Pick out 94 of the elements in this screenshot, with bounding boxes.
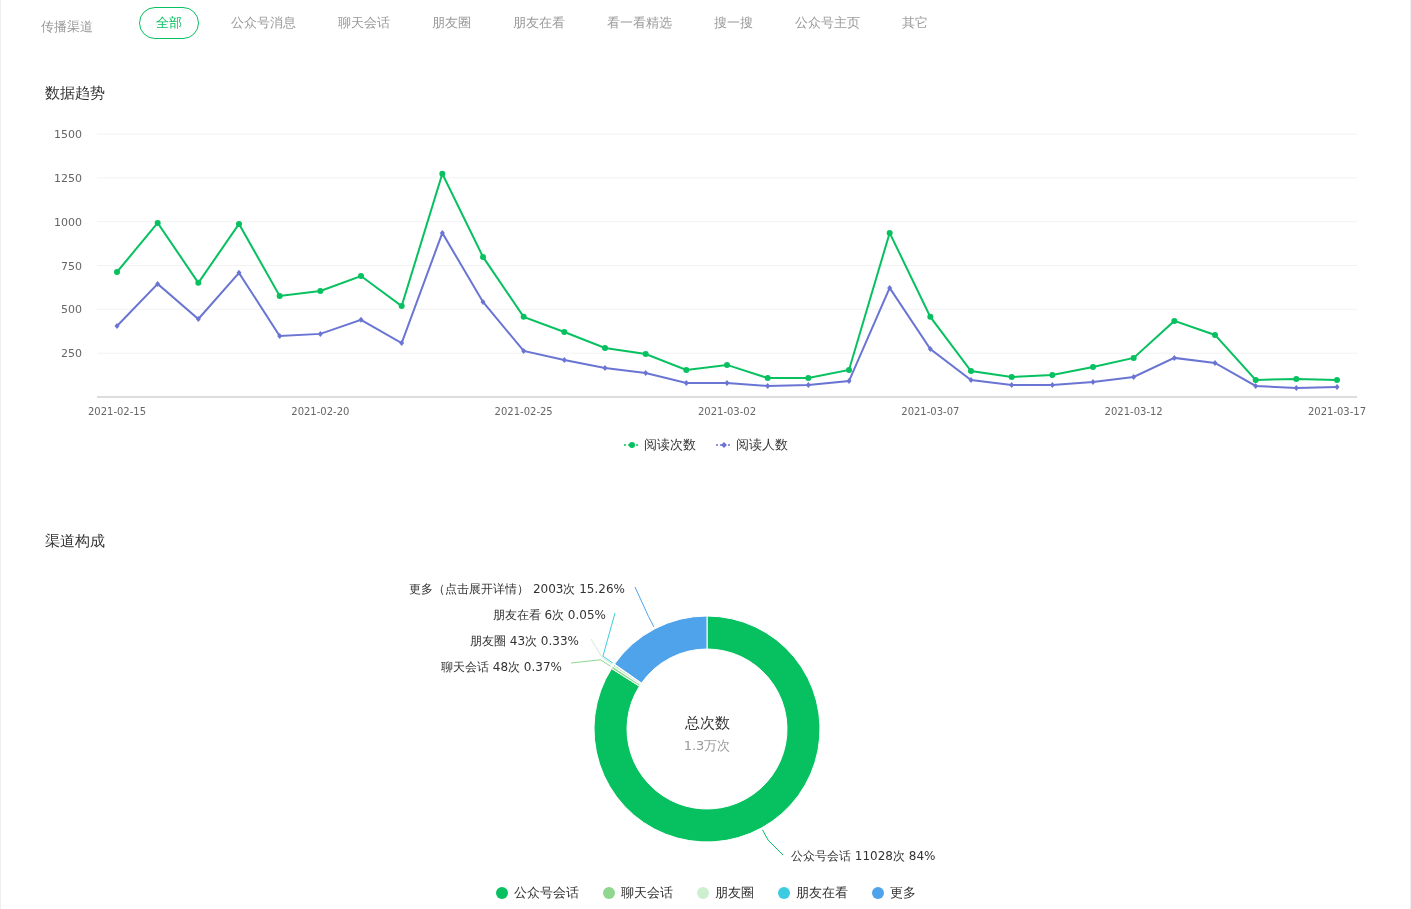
legend-label: 公众号会话 <box>513 884 579 903</box>
leader-line <box>761 829 784 856</box>
data-point <box>1212 360 1218 366</box>
data-point <box>398 303 405 309</box>
channel-tab[interactable]: 公众号主页 <box>787 7 868 39</box>
data-point <box>439 170 446 177</box>
y-axis-label: 250 <box>61 347 82 361</box>
slice-label: 朋友圈 43次 0.33% <box>469 634 579 648</box>
data-point <box>1293 385 1299 392</box>
legend-label: 聊天会话 <box>620 884 673 903</box>
data-point <box>276 293 283 299</box>
data-point <box>724 379 730 386</box>
data-point <box>1171 354 1177 361</box>
data-point <box>1008 374 1015 380</box>
slice-label: 朋友在看 6次 0.05% <box>492 608 606 622</box>
channel-tab[interactable]: 朋友圈 <box>424 7 479 39</box>
data-point <box>399 340 405 346</box>
data-point <box>968 377 974 383</box>
data-point <box>155 280 161 287</box>
slice-label: 公众号会话 11028次 84% <box>791 849 936 863</box>
channel-tab[interactable]: 公众号消息 <box>223 7 304 39</box>
y-axis-label: 1500 <box>54 128 82 141</box>
x-axis-label: 2021-02-20 <box>291 406 350 417</box>
data-point <box>561 328 568 335</box>
data-point <box>968 368 974 375</box>
data-point <box>643 370 649 376</box>
data-point <box>886 229 893 236</box>
y-axis-label: 750 <box>61 259 82 273</box>
section-title: 数据趋势 <box>45 84 105 102</box>
channel-tab[interactable]: 其它 <box>894 7 936 39</box>
data-point <box>724 361 730 368</box>
data-point <box>236 269 242 276</box>
section-title: 渠道构成 <box>45 532 105 550</box>
y-axis-label: 1000 <box>54 215 82 229</box>
x-axis-label: 2021-03-07 <box>901 406 960 417</box>
data-point <box>1212 331 1218 338</box>
data-point <box>683 367 690 373</box>
slice-label: 聊天会话 48次 0.37% <box>440 660 562 674</box>
data-point <box>1049 382 1055 389</box>
legend-label: 阅读次数 <box>643 436 696 455</box>
data-point <box>1090 378 1096 385</box>
data-point <box>1171 317 1178 324</box>
data-point <box>358 316 364 323</box>
channel-tab[interactable]: 聊天会话 <box>330 7 398 39</box>
data-point <box>887 284 893 291</box>
legend-label: 更多 <box>889 884 916 903</box>
x-axis-label: 2021-03-02 <box>697 406 757 417</box>
legend-label: 阅读人数 <box>735 436 788 455</box>
x-axis-label: 2021-03-12 <box>1104 406 1163 417</box>
y-axis-label: 500 <box>61 303 82 317</box>
filter-label: 传播渠道 <box>41 18 94 37</box>
data-point <box>1049 371 1056 378</box>
data-point <box>439 229 445 236</box>
data-point <box>358 273 364 279</box>
data-point <box>1293 375 1300 382</box>
data-point <box>236 220 242 227</box>
data-point <box>1090 364 1096 370</box>
donut-center-title: 总次数 <box>684 714 730 732</box>
data-point <box>846 367 852 373</box>
x-axis-label: 2021-02-15 <box>87 406 147 417</box>
data-point <box>927 345 933 352</box>
legend-label: 朋友在看 <box>795 884 848 903</box>
data-point <box>602 364 608 371</box>
data-point <box>317 287 324 294</box>
legend-diamond-line-icon <box>715 441 732 449</box>
legend-dot-line-icon <box>623 441 640 449</box>
data-point <box>521 347 527 354</box>
channel-tab[interactable]: 朋友在看 <box>505 7 573 39</box>
data-point <box>1131 374 1137 380</box>
data-point <box>317 330 323 337</box>
data-point <box>1130 354 1137 361</box>
data-point <box>277 333 283 339</box>
data-point <box>480 298 486 305</box>
data-point <box>480 253 486 260</box>
data-point <box>114 269 120 275</box>
data-point <box>195 316 201 322</box>
data-point <box>846 378 852 385</box>
x-axis-label: 2021-02-25 <box>494 406 553 417</box>
x-axis-label: 2021-03-17 <box>1307 406 1367 417</box>
data-point <box>1009 382 1015 389</box>
y-axis-label: 1250 <box>54 171 82 185</box>
slice-label: 更多（点击展开详情） 2003次 15.26% <box>409 582 625 596</box>
donut-center-value: 1.3万次 <box>683 738 731 753</box>
data-point <box>602 344 608 351</box>
data-point <box>561 357 567 363</box>
data-point <box>154 219 161 226</box>
data-point <box>683 379 689 386</box>
data-point <box>114 323 120 329</box>
data-point <box>520 313 527 320</box>
data-point <box>927 313 934 320</box>
legend-label: 朋友圈 <box>714 884 754 903</box>
data-point <box>195 279 202 286</box>
data-point <box>642 351 649 358</box>
leader-line <box>634 586 655 628</box>
